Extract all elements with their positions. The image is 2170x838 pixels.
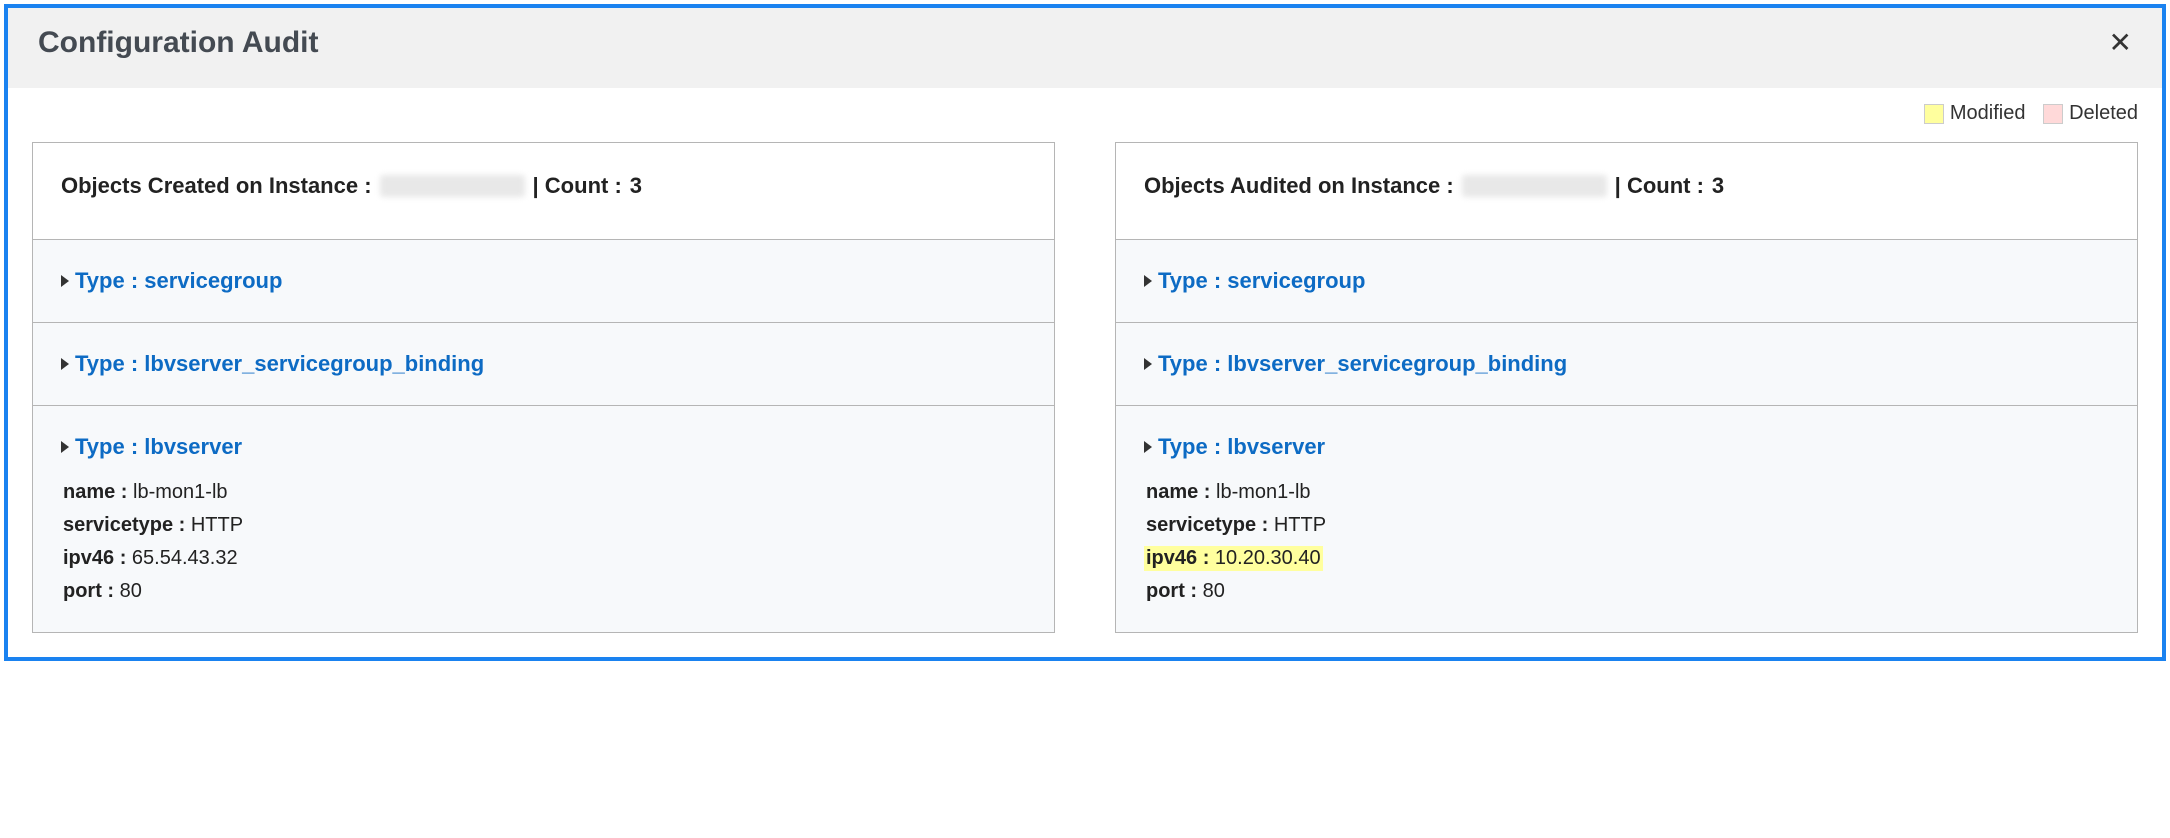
detail-value: HTTP: [1274, 514, 1326, 536]
detail-value: 65.54.43.32: [132, 547, 238, 569]
legend: Modified Deleted: [32, 94, 2138, 142]
type-toggle-created-2[interactable]: Type : lbvserver: [61, 434, 1026, 460]
detail-key: name :: [1146, 481, 1210, 503]
swatch-modified-icon: [1924, 104, 1944, 124]
detail-row: port : 80: [61, 579, 1026, 604]
detail-row: port : 80: [1144, 579, 2109, 604]
chevron-right-icon: [1144, 358, 1152, 370]
panel-audited-count: 3: [1712, 173, 1724, 199]
detail-row: ipv46 : 65.54.43.32: [61, 546, 1026, 571]
detail-key: ipv46 :: [63, 547, 126, 569]
detail-value: 10.20.30.40: [1215, 547, 1321, 569]
panel-created-count: 3: [630, 173, 642, 199]
detail-key: ipv46 :: [1146, 547, 1209, 569]
legend-deleted-label: Deleted: [2069, 102, 2138, 125]
details-audited-2: name : lb-mon1-lb servicetype : HTTP ipv…: [1144, 480, 2109, 604]
modal-container: Configuration Audit ✕ Modified Deleted O…: [4, 4, 2166, 661]
chevron-right-icon: [1144, 275, 1152, 287]
section-audited-2: Type : lbvserver name : lb-mon1-lb servi…: [1116, 406, 2137, 632]
chevron-right-icon: [61, 358, 69, 370]
section-created-1: Type : lbvserver_servicegroup_binding: [33, 323, 1054, 406]
panel-created: Objects Created on Instance : | Count : …: [32, 142, 1055, 633]
type-toggle-audited-0[interactable]: Type : servicegroup: [1144, 268, 2109, 294]
detail-row-modified: ipv46 : 10.20.30.40: [1144, 546, 1323, 571]
detail-value: 80: [120, 580, 142, 602]
panel-audited-header: Objects Audited on Instance : | Count : …: [1116, 143, 2137, 240]
chevron-right-icon: [61, 441, 69, 453]
detail-key: name :: [63, 481, 127, 503]
type-label: Type : lbvserver_servicegroup_binding: [1158, 351, 1567, 377]
panel-created-count-prefix: | Count :: [533, 173, 622, 199]
detail-value: lb-mon1-lb: [133, 481, 227, 503]
panel-created-prefix: Objects Created on Instance :: [61, 173, 372, 199]
type-label: Type : lbvserver_servicegroup_binding: [75, 351, 484, 377]
detail-row: name : lb-mon1-lb: [1144, 480, 2109, 505]
detail-row: name : lb-mon1-lb: [61, 480, 1026, 505]
instance-ip-redacted: [1462, 175, 1607, 197]
panel-audited: Objects Audited on Instance : | Count : …: [1115, 142, 2138, 633]
instance-ip-redacted: [380, 175, 525, 197]
detail-key: servicetype :: [1146, 514, 1268, 536]
detail-value: HTTP: [191, 514, 243, 536]
modal-content: Modified Deleted Objects Created on Inst…: [8, 88, 2162, 657]
legend-modified: Modified: [1924, 102, 2026, 125]
panel-audited-count-prefix: | Count :: [1615, 173, 1704, 199]
modal-header: Configuration Audit ✕: [8, 8, 2162, 88]
section-audited-0: Type : servicegroup: [1116, 240, 2137, 323]
type-label: Type : servicegroup: [1158, 268, 1365, 294]
panel-audited-prefix: Objects Audited on Instance :: [1144, 173, 1454, 199]
detail-key: port :: [63, 580, 114, 602]
page-title: Configuration Audit: [38, 26, 319, 60]
section-audited-1: Type : lbvserver_servicegroup_binding: [1116, 323, 2137, 406]
type-label: Type : lbvserver: [1158, 434, 1325, 460]
detail-value: 80: [1203, 580, 1225, 602]
close-icon[interactable]: ✕: [2109, 29, 2132, 57]
section-created-2: Type : lbvserver name : lb-mon1-lb servi…: [33, 406, 1054, 632]
detail-row: servicetype : HTTP: [61, 513, 1026, 538]
swatch-deleted-icon: [2043, 104, 2063, 124]
panels-row: Objects Created on Instance : | Count : …: [32, 142, 2138, 633]
chevron-right-icon: [1144, 441, 1152, 453]
legend-deleted: Deleted: [2043, 102, 2138, 125]
type-toggle-created-0[interactable]: Type : servicegroup: [61, 268, 1026, 294]
legend-modified-label: Modified: [1950, 102, 2026, 125]
type-toggle-audited-2[interactable]: Type : lbvserver: [1144, 434, 2109, 460]
type-toggle-audited-1[interactable]: Type : lbvserver_servicegroup_binding: [1144, 351, 2109, 377]
detail-value: lb-mon1-lb: [1216, 481, 1310, 503]
type-label: Type : servicegroup: [75, 268, 282, 294]
type-label: Type : lbvserver: [75, 434, 242, 460]
chevron-right-icon: [61, 275, 69, 287]
section-created-0: Type : servicegroup: [33, 240, 1054, 323]
detail-key: servicetype :: [63, 514, 185, 536]
panel-created-header: Objects Created on Instance : | Count : …: [33, 143, 1054, 240]
detail-row: servicetype : HTTP: [1144, 513, 2109, 538]
detail-key: port :: [1146, 580, 1197, 602]
details-created-2: name : lb-mon1-lb servicetype : HTTP ipv…: [61, 480, 1026, 604]
type-toggle-created-1[interactable]: Type : lbvserver_servicegroup_binding: [61, 351, 1026, 377]
